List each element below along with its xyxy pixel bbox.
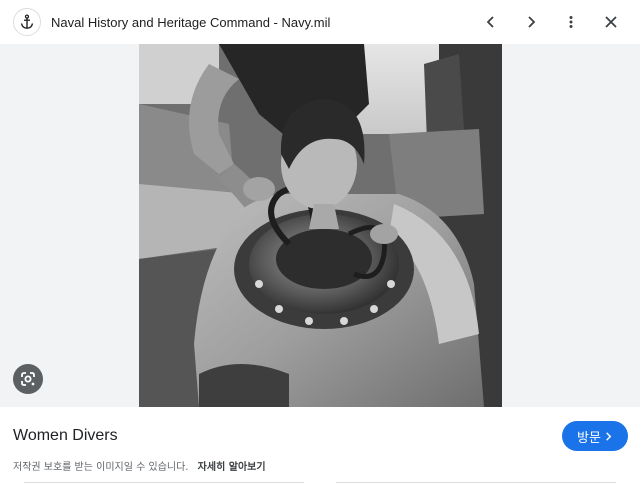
google-lens-button[interactable] [13, 364, 43, 394]
copyright-notice: 저작권 보호를 받는 이미지일 수 있습니다. 자세히 알아보기 [13, 458, 266, 473]
divider [24, 482, 304, 483]
next-image-button[interactable] [517, 8, 545, 36]
site-name[interactable]: Naval History and Heritage Command - Nav… [51, 15, 330, 30]
close-button[interactable] [597, 8, 625, 36]
preview-photo[interactable] [139, 44, 502, 407]
chevron-right-icon [606, 431, 612, 441]
previous-image-button[interactable] [477, 8, 505, 36]
preview-header: Naval History and Heritage Command - Nav… [0, 0, 640, 44]
chevron-right-icon [528, 16, 536, 28]
copyright-text: 저작권 보호를 받는 이미지일 수 있습니다. [13, 462, 189, 473]
image-preview-panel: Naval History and Heritage Command - Nav… [0, 0, 640, 485]
learn-more-link[interactable]: 자세히 알아보기 [198, 462, 266, 473]
more-options-button[interactable] [557, 8, 585, 36]
image-title[interactable]: Women Divers [13, 427, 118, 445]
chevron-left-icon [486, 16, 494, 28]
image-viewer [0, 44, 640, 407]
more-vert-icon [569, 16, 573, 28]
anchor-icon[interactable] [13, 8, 41, 36]
visit-button[interactable]: 방문 [562, 421, 628, 451]
divider [336, 482, 616, 483]
close-icon [605, 16, 617, 28]
visit-label: 방문 [577, 430, 601, 446]
google-lens-icon [21, 372, 35, 386]
